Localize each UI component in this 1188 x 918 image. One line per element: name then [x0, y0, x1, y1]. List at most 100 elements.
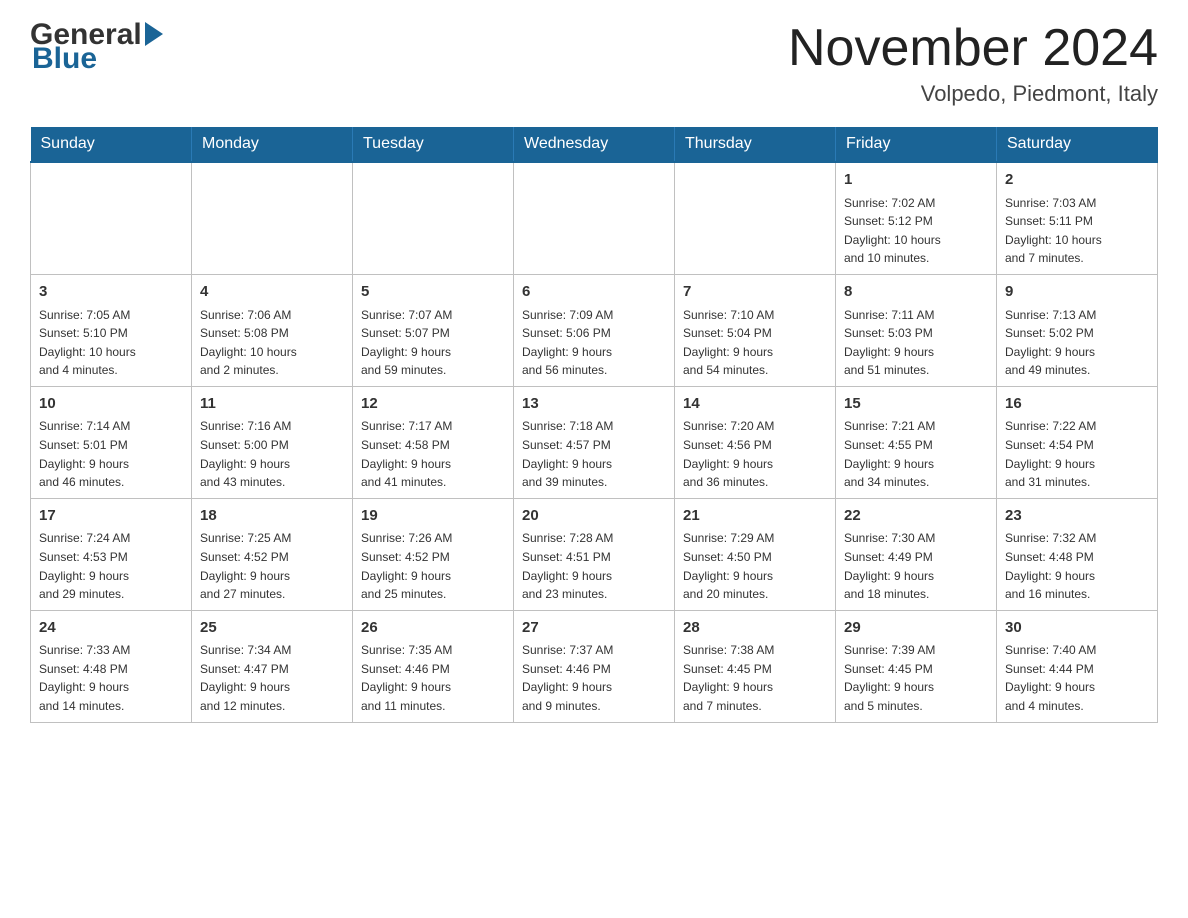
day-info: Sunrise: 7:21 AM Sunset: 4:55 PM Dayligh…	[844, 417, 988, 491]
calendar-cell: 10Sunrise: 7:14 AM Sunset: 5:01 PM Dayli…	[31, 386, 192, 498]
calendar-cell: 9Sunrise: 7:13 AM Sunset: 5:02 PM Daylig…	[997, 275, 1158, 387]
day-info: Sunrise: 7:13 AM Sunset: 5:02 PM Dayligh…	[1005, 306, 1149, 380]
calendar-body: 1Sunrise: 7:02 AM Sunset: 5:12 PM Daylig…	[31, 162, 1158, 722]
calendar-cell	[192, 162, 353, 274]
day-info: Sunrise: 7:09 AM Sunset: 5:06 PM Dayligh…	[522, 306, 666, 380]
calendar-cell: 22Sunrise: 7:30 AM Sunset: 4:49 PM Dayli…	[836, 498, 997, 610]
day-info: Sunrise: 7:06 AM Sunset: 5:08 PM Dayligh…	[200, 306, 344, 380]
calendar-cell: 11Sunrise: 7:16 AM Sunset: 5:00 PM Dayli…	[192, 386, 353, 498]
calendar-cell: 23Sunrise: 7:32 AM Sunset: 4:48 PM Dayli…	[997, 498, 1158, 610]
calendar-cell: 8Sunrise: 7:11 AM Sunset: 5:03 PM Daylig…	[836, 275, 997, 387]
day-number: 13	[522, 393, 666, 416]
day-info: Sunrise: 7:35 AM Sunset: 4:46 PM Dayligh…	[361, 641, 505, 715]
calendar-row: 1Sunrise: 7:02 AM Sunset: 5:12 PM Daylig…	[31, 162, 1158, 274]
calendar-cell: 15Sunrise: 7:21 AM Sunset: 4:55 PM Dayli…	[836, 386, 997, 498]
calendar-cell: 6Sunrise: 7:09 AM Sunset: 5:06 PM Daylig…	[514, 275, 675, 387]
day-info: Sunrise: 7:29 AM Sunset: 4:50 PM Dayligh…	[683, 529, 827, 603]
day-info: Sunrise: 7:14 AM Sunset: 5:01 PM Dayligh…	[39, 417, 183, 491]
day-number: 15	[844, 393, 988, 416]
day-info: Sunrise: 7:10 AM Sunset: 5:04 PM Dayligh…	[683, 306, 827, 380]
day-info: Sunrise: 7:11 AM Sunset: 5:03 PM Dayligh…	[844, 306, 988, 380]
calendar-header: SundayMondayTuesdayWednesdayThursdayFrid…	[31, 127, 1158, 162]
calendar-cell: 18Sunrise: 7:25 AM Sunset: 4:52 PM Dayli…	[192, 498, 353, 610]
calendar-cell: 25Sunrise: 7:34 AM Sunset: 4:47 PM Dayli…	[192, 610, 353, 722]
calendar-cell: 24Sunrise: 7:33 AM Sunset: 4:48 PM Dayli…	[31, 610, 192, 722]
calendar-cell: 26Sunrise: 7:35 AM Sunset: 4:46 PM Dayli…	[353, 610, 514, 722]
calendar-cell	[31, 162, 192, 274]
day-number: 8	[844, 281, 988, 304]
day-number: 5	[361, 281, 505, 304]
calendar-cell: 13Sunrise: 7:18 AM Sunset: 4:57 PM Dayli…	[514, 386, 675, 498]
day-number: 14	[683, 393, 827, 416]
calendar-cell: 29Sunrise: 7:39 AM Sunset: 4:45 PM Dayli…	[836, 610, 997, 722]
calendar-cell: 20Sunrise: 7:28 AM Sunset: 4:51 PM Dayli…	[514, 498, 675, 610]
calendar-cell: 27Sunrise: 7:37 AM Sunset: 4:46 PM Dayli…	[514, 610, 675, 722]
weekday-header-friday: Friday	[836, 127, 997, 162]
calendar-cell: 17Sunrise: 7:24 AM Sunset: 4:53 PM Dayli…	[31, 498, 192, 610]
calendar-cell: 3Sunrise: 7:05 AM Sunset: 5:10 PM Daylig…	[31, 275, 192, 387]
month-title: November 2024	[788, 20, 1158, 77]
calendar-cell: 5Sunrise: 7:07 AM Sunset: 5:07 PM Daylig…	[353, 275, 514, 387]
calendar-cell: 28Sunrise: 7:38 AM Sunset: 4:45 PM Dayli…	[675, 610, 836, 722]
day-number: 22	[844, 505, 988, 528]
day-number: 3	[39, 281, 183, 304]
day-number: 6	[522, 281, 666, 304]
calendar-row: 17Sunrise: 7:24 AM Sunset: 4:53 PM Dayli…	[31, 498, 1158, 610]
day-number: 27	[522, 617, 666, 640]
day-info: Sunrise: 7:02 AM Sunset: 5:12 PM Dayligh…	[844, 194, 988, 268]
calendar-row: 24Sunrise: 7:33 AM Sunset: 4:48 PM Dayli…	[31, 610, 1158, 722]
day-number: 29	[844, 617, 988, 640]
calendar-cell: 30Sunrise: 7:40 AM Sunset: 4:44 PM Dayli…	[997, 610, 1158, 722]
day-info: Sunrise: 7:39 AM Sunset: 4:45 PM Dayligh…	[844, 641, 988, 715]
day-info: Sunrise: 7:40 AM Sunset: 4:44 PM Dayligh…	[1005, 641, 1149, 715]
logo-arrow-icon	[145, 22, 163, 46]
day-info: Sunrise: 7:32 AM Sunset: 4:48 PM Dayligh…	[1005, 529, 1149, 603]
calendar-row: 10Sunrise: 7:14 AM Sunset: 5:01 PM Dayli…	[31, 386, 1158, 498]
day-info: Sunrise: 7:37 AM Sunset: 4:46 PM Dayligh…	[522, 641, 666, 715]
day-number: 9	[1005, 281, 1149, 304]
day-number: 26	[361, 617, 505, 640]
day-info: Sunrise: 7:16 AM Sunset: 5:00 PM Dayligh…	[200, 417, 344, 491]
day-info: Sunrise: 7:26 AM Sunset: 4:52 PM Dayligh…	[361, 529, 505, 603]
calendar-cell: 7Sunrise: 7:10 AM Sunset: 5:04 PM Daylig…	[675, 275, 836, 387]
page-header: General Blue November 2024 Volpedo, Pied…	[30, 20, 1158, 107]
day-info: Sunrise: 7:18 AM Sunset: 4:57 PM Dayligh…	[522, 417, 666, 491]
calendar-cell: 19Sunrise: 7:26 AM Sunset: 4:52 PM Dayli…	[353, 498, 514, 610]
calendar-row: 3Sunrise: 7:05 AM Sunset: 5:10 PM Daylig…	[31, 275, 1158, 387]
day-number: 1	[844, 169, 988, 192]
day-info: Sunrise: 7:07 AM Sunset: 5:07 PM Dayligh…	[361, 306, 505, 380]
calendar-cell	[675, 162, 836, 274]
calendar-cell: 14Sunrise: 7:20 AM Sunset: 4:56 PM Dayli…	[675, 386, 836, 498]
day-info: Sunrise: 7:34 AM Sunset: 4:47 PM Dayligh…	[200, 641, 344, 715]
weekday-header-thursday: Thursday	[675, 127, 836, 162]
calendar-cell	[353, 162, 514, 274]
calendar-cell: 12Sunrise: 7:17 AM Sunset: 4:58 PM Dayli…	[353, 386, 514, 498]
calendar-cell: 2Sunrise: 7:03 AM Sunset: 5:11 PM Daylig…	[997, 162, 1158, 274]
day-info: Sunrise: 7:25 AM Sunset: 4:52 PM Dayligh…	[200, 529, 344, 603]
day-number: 20	[522, 505, 666, 528]
day-info: Sunrise: 7:05 AM Sunset: 5:10 PM Dayligh…	[39, 306, 183, 380]
logo: General Blue	[30, 20, 163, 74]
day-number: 16	[1005, 393, 1149, 416]
weekday-row: SundayMondayTuesdayWednesdayThursdayFrid…	[31, 127, 1158, 162]
day-number: 30	[1005, 617, 1149, 640]
weekday-header-monday: Monday	[192, 127, 353, 162]
day-info: Sunrise: 7:20 AM Sunset: 4:56 PM Dayligh…	[683, 417, 827, 491]
calendar-cell: 21Sunrise: 7:29 AM Sunset: 4:50 PM Dayli…	[675, 498, 836, 610]
weekday-header-wednesday: Wednesday	[514, 127, 675, 162]
day-number: 23	[1005, 505, 1149, 528]
day-info: Sunrise: 7:33 AM Sunset: 4:48 PM Dayligh…	[39, 641, 183, 715]
weekday-header-sunday: Sunday	[31, 127, 192, 162]
location-subtitle: Volpedo, Piedmont, Italy	[788, 81, 1158, 107]
day-info: Sunrise: 7:28 AM Sunset: 4:51 PM Dayligh…	[522, 529, 666, 603]
day-number: 4	[200, 281, 344, 304]
day-number: 17	[39, 505, 183, 528]
weekday-header-saturday: Saturday	[997, 127, 1158, 162]
day-number: 19	[361, 505, 505, 528]
day-number: 24	[39, 617, 183, 640]
day-info: Sunrise: 7:38 AM Sunset: 4:45 PM Dayligh…	[683, 641, 827, 715]
calendar-cell: 1Sunrise: 7:02 AM Sunset: 5:12 PM Daylig…	[836, 162, 997, 274]
day-number: 12	[361, 393, 505, 416]
calendar-cell	[514, 162, 675, 274]
logo-bottom: Blue	[32, 44, 163, 74]
